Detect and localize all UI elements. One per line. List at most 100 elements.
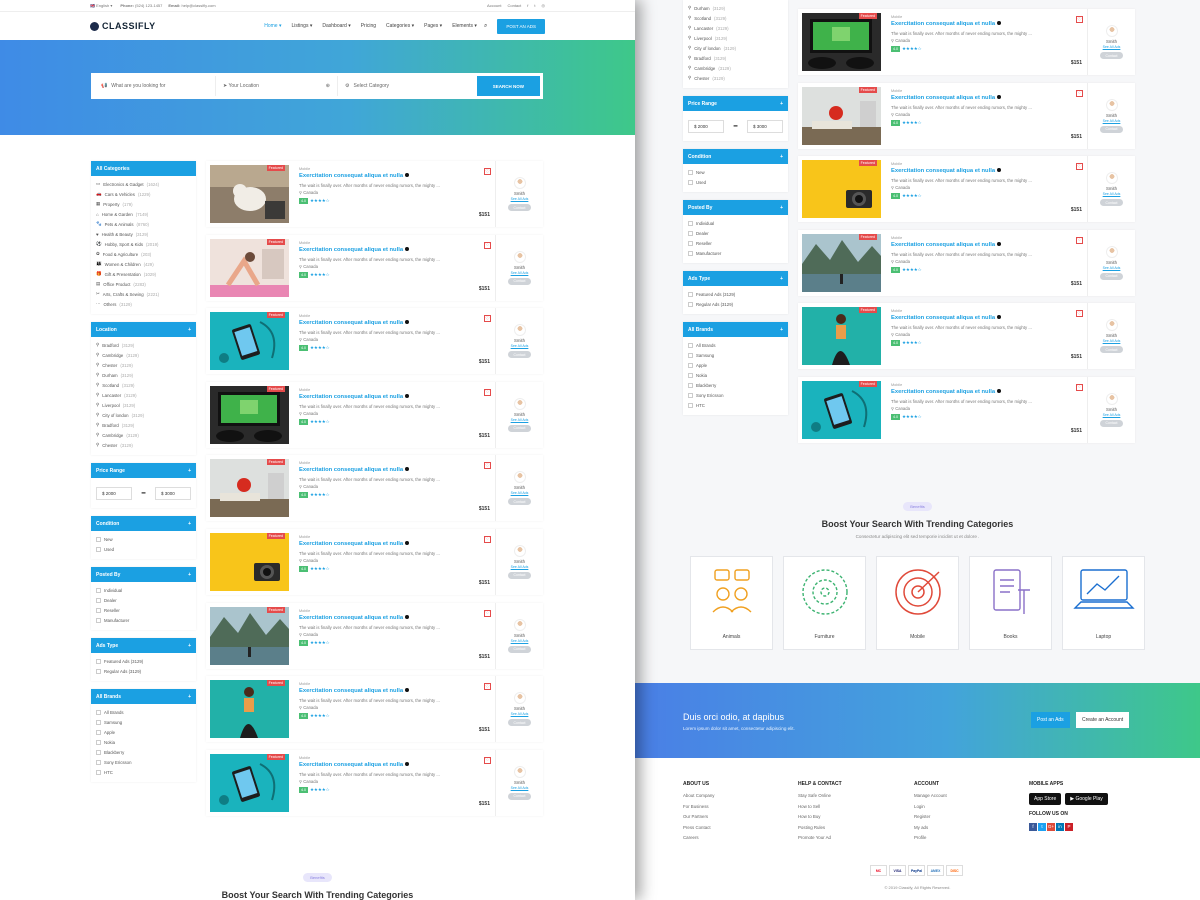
location-item[interactable]: ⚲ Bradford (3129) bbox=[96, 340, 191, 350]
see-all-ads-link[interactable]: See All Ads bbox=[1103, 413, 1121, 417]
listing-thumbnail[interactable]: Featured bbox=[210, 606, 289, 665]
brand-option[interactable]: Sony Ericsson bbox=[96, 757, 191, 767]
footer-link[interactable]: Stay Safe Online bbox=[798, 793, 842, 804]
location-item[interactable]: ⚲ Durham (3129) bbox=[96, 370, 191, 380]
listing-thumbnail[interactable]: Featured bbox=[802, 380, 881, 439]
contact-button[interactable]: Contact bbox=[508, 424, 531, 432]
category-select[interactable]: ⚙ Select Category bbox=[338, 76, 476, 96]
category-item[interactable]: ⚽ Hobby, Sport & Kids (2019) bbox=[96, 239, 191, 249]
listing-thumbnail[interactable]: Featured bbox=[802, 86, 881, 145]
footer-link[interactable]: How to Buy bbox=[798, 814, 842, 825]
listing-title[interactable]: Exercitation consequat aliqua et nulla bbox=[891, 315, 1081, 321]
posted-by-option[interactable]: Reseller bbox=[96, 605, 191, 615]
listing-thumbnail[interactable]: Featured bbox=[802, 233, 881, 292]
see-all-ads-link[interactable]: See All Ads bbox=[511, 197, 529, 201]
checkbox[interactable] bbox=[688, 230, 693, 236]
checkbox[interactable] bbox=[688, 372, 693, 378]
nav-item[interactable]: Categories ▾ bbox=[386, 23, 414, 29]
listing-thumbnail[interactable]: Featured bbox=[210, 459, 289, 518]
see-all-ads-link[interactable]: See All Ads bbox=[1103, 339, 1121, 343]
listing-thumbnail[interactable]: Featured bbox=[802, 13, 881, 71]
brand-option[interactable]: Sony Ericsson bbox=[688, 390, 783, 400]
favorite-heart-icon[interactable]: ♡ bbox=[484, 168, 491, 175]
crosshair-icon[interactable]: ⊕ bbox=[326, 83, 330, 89]
trending-category-card[interactable]: Laptop bbox=[1062, 556, 1145, 650]
cta-post-ad-button[interactable]: Post an Ads bbox=[1031, 712, 1070, 728]
listing-title[interactable]: Exercitation consequat aliqua et nulla bbox=[299, 173, 489, 179]
location-item[interactable]: ⚲ Durham (3129) bbox=[688, 3, 783, 13]
ad-type-option[interactable]: Regular Ads (3129) bbox=[96, 666, 191, 676]
footer-link[interactable]: For Business bbox=[683, 804, 715, 815]
location-item[interactable]: ⚲ Scotland (3129) bbox=[96, 380, 191, 390]
logo[interactable]: CLASSIFLY bbox=[90, 21, 156, 31]
ad-type-option[interactable]: Regular Ads (3129) bbox=[688, 299, 783, 309]
listing-card[interactable]: Featured Mobile Exercitation consequat ali… bbox=[798, 303, 1135, 370]
contact-button[interactable]: Contact bbox=[508, 277, 531, 285]
favorite-heart-icon[interactable]: ♡ bbox=[484, 609, 491, 617]
checkbox[interactable] bbox=[688, 402, 693, 408]
brand-option[interactable]: Apple bbox=[96, 727, 191, 737]
category-item[interactable]: ⋯ Others (3129) bbox=[96, 299, 191, 309]
favorite-heart-icon[interactable]: ♡ bbox=[1076, 236, 1083, 244]
favorite-heart-icon[interactable]: ♡ bbox=[484, 315, 491, 323]
contact-button[interactable]: Contact bbox=[508, 498, 531, 506]
contact-button[interactable]: Contact bbox=[1100, 419, 1123, 427]
condition-option[interactable]: New bbox=[688, 167, 783, 177]
nav-item[interactable]: Listings ▾ bbox=[292, 23, 313, 29]
listing-card[interactable]: Featured Mobile Exercitation consequat ali… bbox=[798, 229, 1135, 296]
language-selector[interactable]: 🇬🇧 English ▾ bbox=[90, 3, 112, 8]
see-all-ads-link[interactable]: See All Ads bbox=[511, 491, 529, 495]
ads-type-header[interactable]: Ads Type + bbox=[683, 271, 788, 286]
footer-link[interactable]: Our Partners bbox=[683, 814, 715, 825]
favorite-heart-icon[interactable]: ♡ bbox=[484, 241, 491, 249]
footer-link[interactable]: Careers bbox=[683, 835, 715, 846]
checkbox[interactable] bbox=[688, 291, 693, 297]
checkbox[interactable] bbox=[96, 536, 101, 542]
category-item[interactable]: 🐾 Pets & Animals (8760) bbox=[96, 219, 191, 229]
plus-icon[interactable]: + bbox=[188, 468, 191, 474]
posted-by-option[interactable]: Dealer bbox=[688, 228, 783, 238]
brand-option[interactable]: Apple bbox=[688, 360, 783, 370]
footer-link[interactable]: How to Sell bbox=[798, 804, 842, 815]
checkbox[interactable] bbox=[688, 342, 693, 348]
listing-thumbnail[interactable]: Featured bbox=[210, 680, 289, 739]
see-all-ads-link[interactable]: See All Ads bbox=[511, 639, 529, 643]
nav-item[interactable]: Pages ▾ bbox=[424, 23, 442, 29]
listing-card[interactable]: Featured Mobile Exercitation consequat ali… bbox=[206, 528, 543, 595]
listing-title[interactable]: Exercitation consequat aliqua et nulla bbox=[299, 320, 489, 326]
email-address[interactable]: help@classifly.com bbox=[182, 3, 216, 8]
footer-link[interactable]: Register bbox=[914, 814, 947, 825]
posted-by-option[interactable]: Individual bbox=[96, 585, 191, 595]
plus-icon[interactable]: + bbox=[188, 572, 191, 578]
category-item[interactable]: 🎁 Gift & Presentation (1029) bbox=[96, 269, 191, 279]
category-item[interactable]: 🚗 Cars & Vehicles (1229) bbox=[96, 189, 191, 199]
listing-thumbnail[interactable]: Featured bbox=[210, 385, 289, 444]
brand-option[interactable]: HTC bbox=[96, 767, 191, 777]
price-max-input[interactable]: $ 3000 bbox=[746, 119, 783, 133]
contact-button[interactable]: Contact bbox=[1100, 52, 1123, 59]
location-item[interactable]: ⚲ Liverpool (3129) bbox=[688, 33, 783, 43]
plus-icon[interactable]: + bbox=[780, 327, 783, 333]
location-item[interactable]: ⚲ Liverpool (3129) bbox=[96, 400, 191, 410]
condition-option[interactable]: Used bbox=[688, 177, 783, 187]
trending-category-card[interactable]: Mobile bbox=[876, 556, 959, 650]
posted-by-option[interactable]: Dealer bbox=[96, 595, 191, 605]
trending-category-card[interactable]: Books bbox=[969, 556, 1052, 650]
nav-item[interactable]: Home ▾ bbox=[264, 23, 281, 29]
category-item[interactable]: ▦ Property (179) bbox=[96, 199, 191, 209]
see-all-ads-link[interactable]: See All Ads bbox=[511, 344, 529, 348]
category-item[interactable]: ▤ Office Product (2283) bbox=[96, 279, 191, 289]
listing-title[interactable]: Exercitation consequat aliqua et nulla bbox=[891, 241, 1081, 248]
brand-option[interactable]: All Brands bbox=[688, 340, 783, 350]
contact-button[interactable]: Contact bbox=[1100, 272, 1123, 280]
instagram-icon[interactable]: ◎ bbox=[542, 3, 546, 8]
checkbox[interactable] bbox=[688, 220, 693, 226]
contact-button[interactable]: Contact bbox=[508, 719, 531, 727]
posted-by-option[interactable]: Manufacturer bbox=[688, 248, 783, 258]
create-account-button[interactable]: Create an Account bbox=[1076, 712, 1130, 728]
footer-link[interactable]: Promote Your Ad bbox=[798, 835, 842, 846]
category-item[interactable]: ✿ Food & Agriculture (203) bbox=[96, 249, 191, 259]
checkbox[interactable] bbox=[96, 769, 101, 775]
listing-card[interactable]: Featured Mobile Exercitation consequat ali… bbox=[206, 749, 543, 816]
twitter-icon[interactable]: t bbox=[534, 3, 535, 8]
